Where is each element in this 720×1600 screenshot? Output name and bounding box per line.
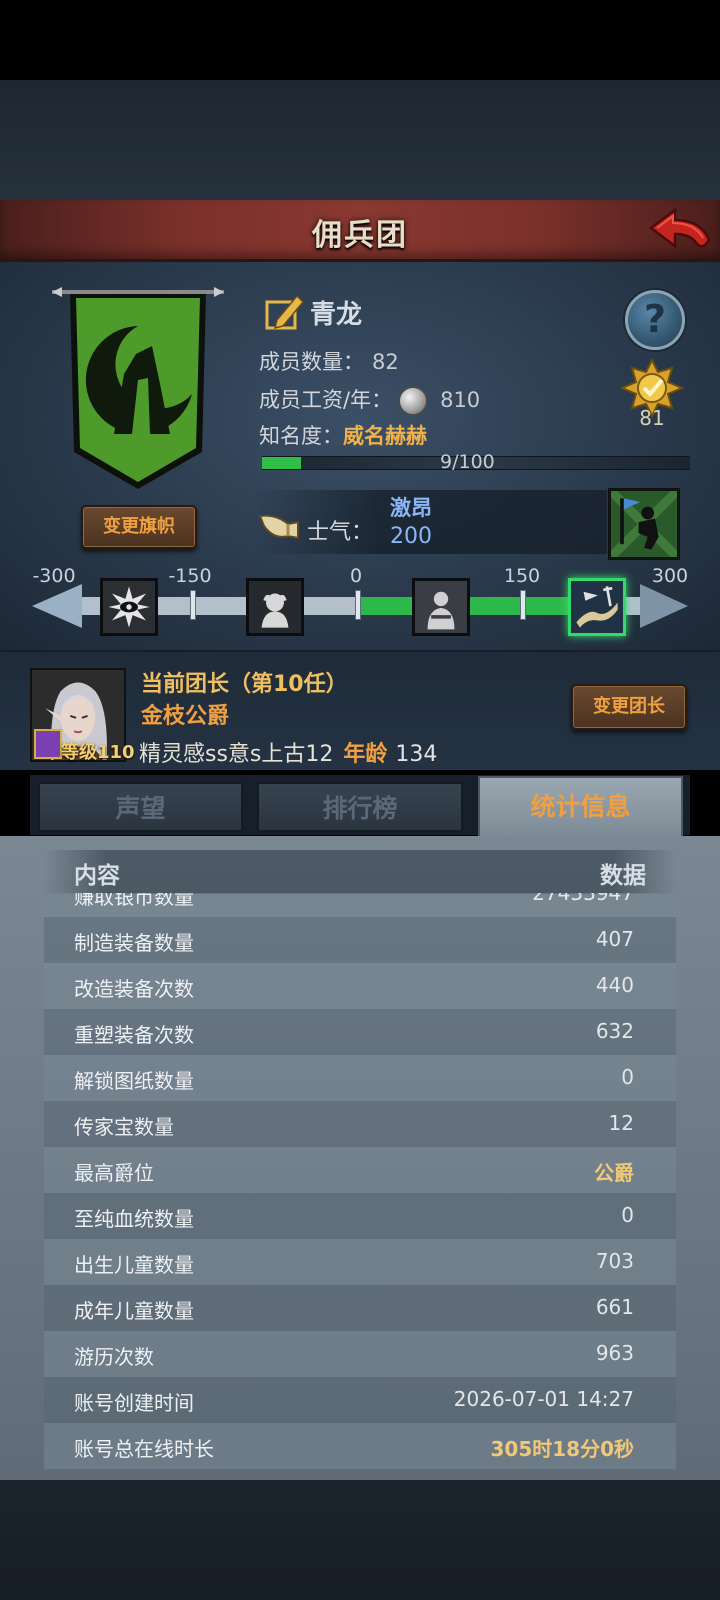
scale-tick-label: -150 <box>168 565 212 587</box>
stat-row: 成年儿童数量 661 <box>44 1285 676 1331</box>
guild-banner-image[interactable] <box>52 284 224 494</box>
fame-value: 威名赫赫 <box>343 424 427 448</box>
member-count-value: 82 <box>372 350 399 374</box>
leader-title: 当前团长（第10任） <box>141 672 348 697</box>
leader-name: 精灵感ss意s上古12 <box>139 742 334 767</box>
tab-statistics[interactable]: 统计信息 <box>478 776 683 838</box>
morale-level-calm-icon[interactable] <box>412 578 470 636</box>
leader-level: 等级110 <box>61 742 135 763</box>
scale-right-arrow-icon <box>640 584 688 628</box>
scale-tick <box>355 590 361 620</box>
background-upper <box>0 80 720 200</box>
morale-scale-fill <box>360 597 584 615</box>
scale-tick-label: 300 <box>651 565 689 587</box>
edit-name-icon[interactable] <box>265 292 305 332</box>
stat-row: 账号总在线时长 305时18分0秒 <box>44 1423 676 1469</box>
statistics-list[interactable]: 赚取银币数量 27433947 制造装备数量 407 改造装备次数 440 重塑装备次数 63… <box>44 893 676 1475</box>
header-data-label: 数据 <box>600 863 646 889</box>
stat-value: 0 <box>621 1203 634 1227</box>
salary-value: 810 <box>440 388 481 412</box>
morale-flag-bearer-icon[interactable] <box>608 488 680 560</box>
header-content-label: 内容 <box>74 863 120 889</box>
stat-value: 632 <box>595 1019 634 1043</box>
change-flag-button[interactable]: 变更旗帜 <box>81 505 197 549</box>
leader-info-line: 精灵感ss意s上古12 年龄 134 <box>139 736 437 768</box>
stat-value: 2026-07-01 14:27 <box>453 1387 634 1411</box>
class-staff-icon <box>34 729 62 759</box>
stat-label: 最高爵位 <box>74 1161 154 1185</box>
stat-value: 12 <box>608 1111 634 1135</box>
statistics-header: 内容 数据 <box>44 850 676 894</box>
medal-value: 81 <box>639 406 665 430</box>
scale-left-arrow-icon <box>32 584 82 628</box>
morale-level-sad-icon[interactable] <box>246 578 304 636</box>
stat-row: 解锁图纸数量 0 <box>44 1055 676 1101</box>
stat-label: 重塑装备次数 <box>74 1023 194 1047</box>
fame-progress-text: 9/100 <box>440 451 495 473</box>
member-count-line: 成员数量： 82 <box>259 346 399 376</box>
morale-value: 200 <box>390 524 432 549</box>
stat-label: 成年儿童数量 <box>74 1299 194 1323</box>
page-title: 佣兵团 <box>312 218 408 253</box>
stat-label: 改造装备次数 <box>74 977 194 1001</box>
stat-row: 赚取银币数量 27433947 <box>44 893 676 917</box>
stat-label: 账号总在线时长 <box>74 1437 214 1461</box>
stat-value: 963 <box>595 1341 634 1365</box>
back-arrow-icon[interactable] <box>645 204 715 256</box>
stat-value: 0 <box>621 1065 634 1089</box>
stat-value: 公爵 <box>594 1161 634 1185</box>
fame-progress-fill <box>262 457 301 469</box>
stat-row: 改造装备次数 440 <box>44 963 676 1009</box>
morale-level-inspired-icon[interactable] <box>568 578 626 636</box>
fame-label: 知名度： <box>259 424 343 448</box>
fame-line: 知名度：威名赫赫 <box>259 420 427 450</box>
stat-label: 出生儿童数量 <box>74 1253 194 1277</box>
silver-coin-icon <box>398 386 429 416</box>
stat-label: 制造装备数量 <box>74 931 194 955</box>
stat-value: 703 <box>595 1249 634 1273</box>
horn-icon <box>258 514 299 540</box>
stat-row: 制造装备数量 407 <box>44 917 676 963</box>
scale-tick-label: -300 <box>32 565 76 587</box>
tab-reputation[interactable]: 声望 <box>38 782 243 832</box>
stat-label: 账号创建时间 <box>74 1391 194 1415</box>
stat-value: 407 <box>595 927 634 951</box>
stat-value: 661 <box>595 1295 634 1319</box>
stat-row: 重塑装备次数 632 <box>44 1009 676 1055</box>
stat-label: 至纯血统数量 <box>74 1207 194 1231</box>
tab-leaderboard[interactable]: 排行榜 <box>257 782 463 832</box>
stat-label: 解锁图纸数量 <box>74 1069 194 1093</box>
stat-row: 最高爵位 公爵 <box>44 1147 676 1193</box>
status-bar-area <box>0 0 720 80</box>
stat-value: 305时18分0秒 <box>490 1437 635 1461</box>
stat-row: 至纯血统数量 0 <box>44 1193 676 1239</box>
stat-label: 传家宝数量 <box>74 1115 174 1139</box>
salary-label: 成员工资/年： <box>259 388 393 412</box>
morale-level-despair-icon[interactable] <box>100 578 158 636</box>
leader-age-label: 年龄 <box>343 742 388 767</box>
scale-tick-label: 0 <box>349 565 363 587</box>
help-button[interactable]: ? <box>625 290 685 350</box>
leader-rank: 金枝公爵 <box>141 704 230 729</box>
background-lower <box>0 1480 720 1600</box>
salary-line: 成员工资/年： 810 <box>259 384 480 416</box>
stat-value: 27433947 <box>532 893 634 905</box>
member-count-label: 成员数量： <box>259 350 364 374</box>
stat-row: 出生儿童数量 703 <box>44 1239 676 1285</box>
stat-row: 传家宝数量 12 <box>44 1101 676 1147</box>
leader-age: 134 <box>395 742 438 767</box>
stat-row: 账号创建时间 2026-07-01 14:27 <box>44 1377 676 1423</box>
stat-label: 游历次数 <box>74 1345 154 1369</box>
morale-status: 激昂 <box>390 496 432 520</box>
stat-value: 440 <box>595 973 634 997</box>
scale-tick-label: 150 <box>503 565 541 587</box>
stat-row: 游历次数 963 <box>44 1331 676 1377</box>
change-leader-button[interactable]: 变更团长 <box>571 684 687 730</box>
morale-label: 士气： <box>307 520 374 545</box>
scale-tick <box>190 590 196 620</box>
stat-label: 赚取银币数量 <box>74 893 194 909</box>
scale-tick <box>520 590 526 620</box>
mercenary-name: 青龙 <box>310 300 363 330</box>
